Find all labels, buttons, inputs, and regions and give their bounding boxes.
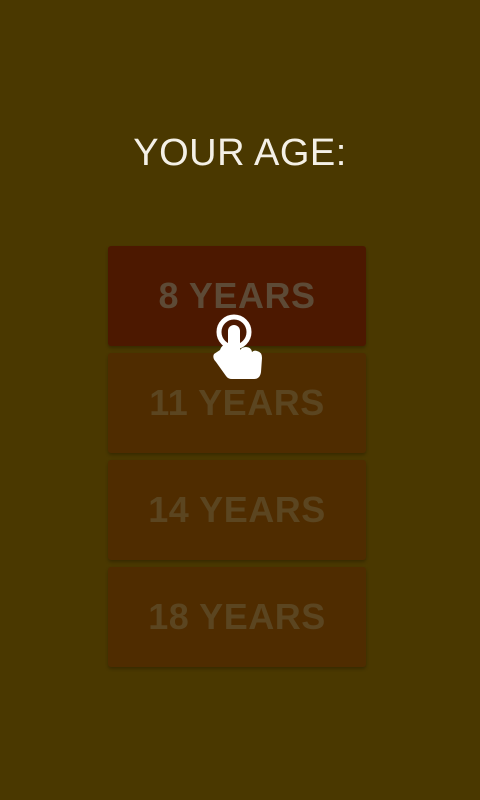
age-option-18-years[interactable]: 18 YEARS — [108, 567, 366, 667]
age-options-list: 8 YEARS 11 YEARS 14 YEARS 18 YEARS — [108, 246, 366, 674]
age-option-14-years[interactable]: 14 YEARS — [108, 460, 366, 560]
tap-hand-icon — [213, 314, 262, 379]
page-title: YOUR AGE: — [133, 132, 347, 174]
